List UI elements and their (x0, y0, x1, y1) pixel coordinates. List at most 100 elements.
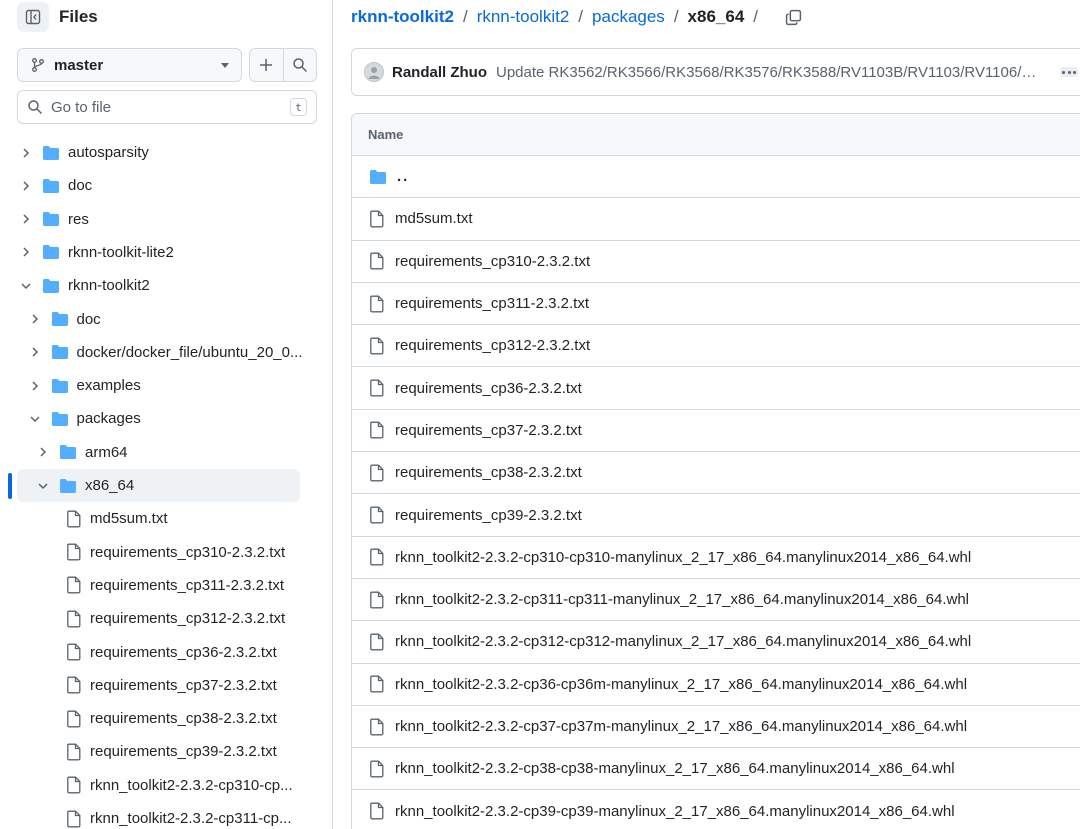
file-row[interactable]: requirements_cp36-2.3.2.txt (352, 367, 1080, 410)
tree-folder-item[interactable]: rknn-toolkit-lite2 (0, 236, 310, 269)
file-row[interactable]: rknn_toolkit2-2.3.2-cp311-cp311-manylinu… (352, 579, 1080, 622)
tree-folder-item[interactable]: autosparsity (0, 136, 310, 169)
tree-file-item[interactable]: requirements_cp39-2.3.2.txt (0, 735, 310, 768)
go-to-file-input[interactable] (51, 98, 290, 116)
search-code-button[interactable] (282, 49, 317, 81)
chevron-right-icon (23, 181, 30, 191)
file-row[interactable]: requirements_cp38-2.3.2.txt (352, 452, 1080, 495)
file-name-link[interactable]: md5sum.txt (395, 210, 473, 227)
file-name-link[interactable]: rknn_toolkit2-2.3.2-cp311-cp311-manylinu… (395, 591, 969, 608)
table-header: Name (352, 114, 1080, 156)
branch-selector[interactable]: master (17, 48, 242, 82)
file-row[interactable]: rknn_toolkit2-2.3.2-cp38-cp38-manylinux_… (352, 748, 1080, 791)
tree-item-label: packages (76, 410, 141, 428)
file-name-link[interactable]: requirements_cp311-2.3.2.txt (395, 295, 589, 312)
commit-message[interactable]: Update RK3562/RK3566/RK3568/RK3576/RK358… (496, 64, 1046, 81)
copy-path-button[interactable] (785, 9, 802, 26)
file-row[interactable]: rknn_toolkit2-2.3.2-cp36-cp36m-manylinux… (352, 664, 1080, 706)
tree-folder-item[interactable]: docker/docker_file/ubuntu_20_0... (0, 336, 310, 369)
tree-file-item[interactable]: requirements_cp38-2.3.2.txt (0, 702, 310, 735)
collapse-sidebar-button[interactable] (17, 2, 49, 32)
file-icon (370, 464, 384, 482)
file-row[interactable]: requirements_cp311-2.3.2.txt (352, 283, 1080, 326)
expand-toggle[interactable] (28, 312, 42, 326)
file-row[interactable]: md5sum.txt (352, 198, 1080, 241)
breadcrumb-folder-link[interactable]: rknn-toolkit2 (477, 7, 570, 27)
tree-folder-item[interactable]: rknn-toolkit2 (0, 269, 310, 302)
tree-folder-item[interactable]: res (0, 203, 310, 236)
breadcrumb-packages-link[interactable]: packages (592, 7, 665, 27)
expand-toggle[interactable] (28, 345, 42, 359)
file-row[interactable]: rknn_toolkit2-2.3.2-cp310-cp310-manylinu… (352, 537, 1080, 579)
file-name-link[interactable]: requirements_cp38-2.3.2.txt (395, 464, 582, 481)
parent-directory-row[interactable]: .. (352, 156, 1080, 199)
tree-file-item[interactable]: rknn_toolkit2-2.3.2-cp310-cp... (0, 769, 310, 802)
file-name-link[interactable]: requirements_cp37-2.3.2.txt (395, 422, 582, 439)
expand-toggle[interactable] (19, 245, 33, 259)
file-name-link[interactable]: requirements_cp310-2.3.2.txt (395, 253, 590, 270)
expand-toggle[interactable] (36, 445, 50, 459)
folder-icon (43, 212, 59, 227)
tree-item-label: rknn_toolkit2-2.3.2-cp310-cp... (90, 776, 293, 794)
tree-file-item[interactable]: requirements_cp37-2.3.2.txt (0, 669, 310, 702)
file-name-link[interactable]: rknn_toolkit2-2.3.2-cp37-cp37m-manylinux… (395, 718, 967, 735)
tree-file-item[interactable]: requirements_cp312-2.3.2.txt (0, 602, 310, 635)
expand-toggle[interactable] (36, 479, 50, 493)
file-icon (67, 676, 81, 694)
file-row[interactable]: requirements_cp37-2.3.2.txt (352, 410, 1080, 453)
file-name-link[interactable]: requirements_cp39-2.3.2.txt (395, 507, 582, 524)
tree-folder-item[interactable]: x86_64 (17, 469, 300, 502)
commit-author[interactable]: Randall Zhuo (392, 64, 487, 81)
tree-item-label: rknn-toolkit2 (68, 277, 150, 295)
file-name-link[interactable]: rknn_toolkit2-2.3.2-cp39-cp39-manylinux_… (395, 803, 955, 820)
file-table: Name .. md5sum.txt requirements_cp310-2.3… (351, 113, 1080, 829)
tree-folder-item[interactable]: packages (0, 402, 310, 435)
tree-file-item[interactable]: requirements_cp36-2.3.2.txt (0, 636, 310, 669)
file-name-link[interactable]: requirements_cp36-2.3.2.txt (395, 380, 582, 397)
copy-icon (785, 9, 802, 25)
plus-icon (260, 59, 273, 71)
file-name-link[interactable]: requirements_cp312-2.3.2.txt (395, 337, 590, 354)
file-row[interactable]: rknn_toolkit2-2.3.2-cp312-cp312-manylinu… (352, 621, 1080, 664)
file-name-link[interactable]: rknn_toolkit2-2.3.2-cp310-cp310-manylinu… (395, 549, 971, 566)
folder-icon (51, 345, 68, 360)
tree-file-item[interactable]: requirements_cp311-2.3.2.txt (0, 569, 310, 602)
selected-indicator (8, 472, 12, 499)
tree-file-item[interactable]: requirements_cp310-2.3.2.txt (0, 536, 310, 569)
expand-toggle[interactable] (19, 279, 33, 293)
avatar[interactable] (364, 62, 384, 82)
file-row[interactable]: requirements_cp39-2.3.2.txt (352, 494, 1080, 537)
file-row[interactable]: rknn_toolkit2-2.3.2-cp39-cp39-manylinux_… (352, 790, 1080, 829)
tree-file-item[interactable]: md5sum.txt (0, 502, 310, 535)
expand-toggle[interactable] (19, 179, 33, 193)
file-name-link[interactable]: rknn_toolkit2-2.3.2-cp36-cp36m-manylinux… (395, 676, 967, 693)
file-icon (370, 760, 384, 778)
file-icon (370, 337, 384, 355)
tree-file-item[interactable]: rknn_toolkit2-2.3.2-cp311-cp... (0, 802, 310, 829)
tree-item-label: doc (76, 310, 101, 328)
parent-directory-link[interactable]: .. (397, 168, 409, 185)
tree-item-label: rknn_toolkit2-2.3.2-cp311-cp... (90, 810, 292, 827)
tree-folder-item[interactable]: examples (0, 369, 310, 402)
file-row[interactable]: requirements_cp310-2.3.2.txt (352, 241, 1080, 283)
tree-item-label: examples (76, 377, 141, 395)
add-file-button[interactable] (250, 49, 283, 81)
tree-folder-item[interactable]: doc (0, 169, 310, 202)
tree-folder-item[interactable]: arm64 (0, 436, 310, 469)
file-name-link[interactable]: rknn_toolkit2-2.3.2-cp38-cp38-manylinux_… (395, 760, 955, 777)
file-row[interactable]: requirements_cp312-2.3.2.txt (352, 325, 1080, 368)
tree-folder-item[interactable]: doc (0, 303, 310, 336)
tree-item-label: arm64 (85, 443, 128, 461)
file-name-link[interactable]: rknn_toolkit2-2.3.2-cp312-cp312-manylinu… (395, 633, 971, 650)
file-row[interactable]: rknn_toolkit2-2.3.2-cp37-cp37m-manylinux… (352, 706, 1080, 749)
breadcrumb-repo-link[interactable]: rknn-toolkit2 (351, 7, 454, 27)
file-icon (67, 576, 81, 594)
expand-toggle[interactable] (28, 379, 42, 393)
more-options-button[interactable] (1060, 67, 1078, 77)
chevron-right-icon (40, 447, 47, 457)
go-to-file-box[interactable]: t (17, 90, 317, 124)
expand-toggle[interactable] (19, 212, 33, 226)
expand-toggle[interactable] (28, 412, 42, 426)
tree-item-label: md5sum.txt (90, 510, 168, 528)
expand-toggle[interactable] (19, 146, 33, 160)
